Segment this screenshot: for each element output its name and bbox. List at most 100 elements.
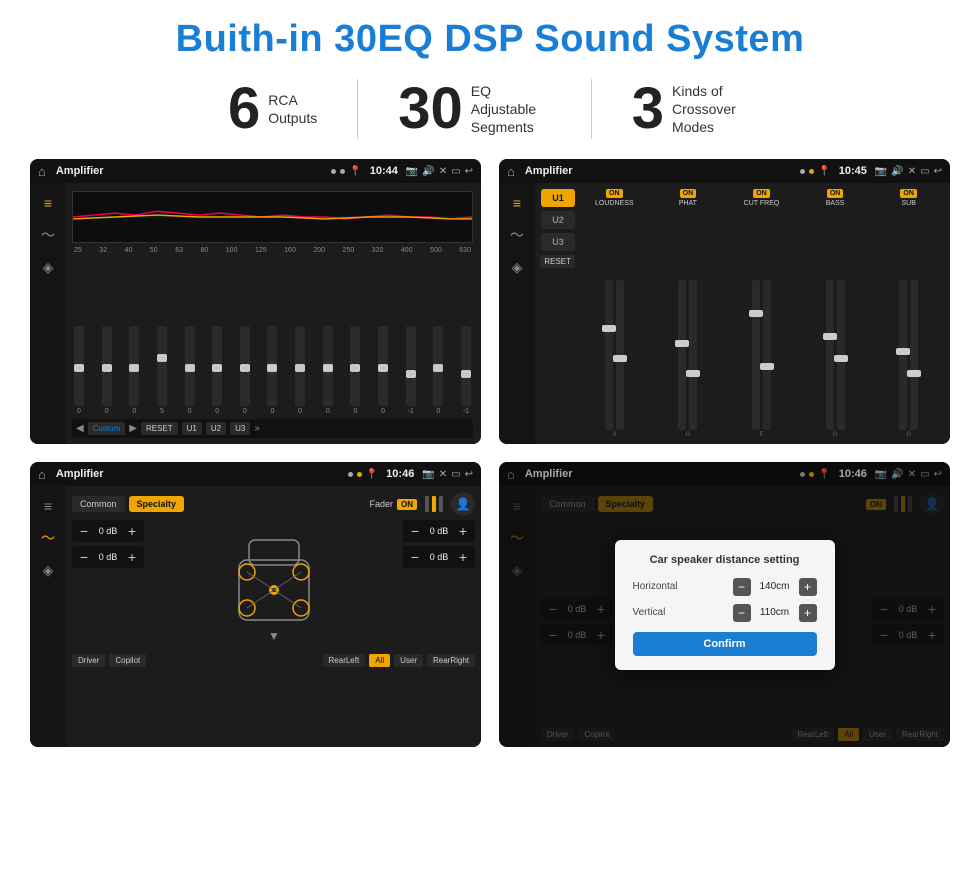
back-icon[interactable]: ↩ <box>465 166 473 177</box>
slider-val-12: 0 <box>381 408 385 415</box>
fader-wave-icon[interactable]: 〜 <box>41 528 55 548</box>
u1-preset-btn[interactable]: U1 <box>541 189 575 207</box>
slider-thumb-6[interactable] <box>212 364 222 372</box>
slider-thumb-3[interactable] <box>129 364 139 372</box>
slider-track-1[interactable] <box>74 326 84 406</box>
vertical-plus-btn[interactable]: + <box>799 604 817 622</box>
vertical-minus-btn[interactable]: − <box>733 604 751 622</box>
slider-thumb-12[interactable] <box>378 364 388 372</box>
loudness-slider-1[interactable] <box>605 280 613 430</box>
copilot-btn[interactable]: Copilot <box>109 654 146 667</box>
cutfreq-slider-1[interactable] <box>752 280 760 430</box>
eq-icon[interactable]: ≡ <box>44 195 52 211</box>
freq-200: 200 <box>313 247 325 254</box>
fader-user-icon-btn[interactable]: 👤 <box>451 492 475 516</box>
dialog-horizontal-row: Horizontal − 140cm + <box>633 578 817 596</box>
horizontal-plus-btn[interactable]: + <box>799 578 817 596</box>
cutfreq-slider-2[interactable] <box>763 280 771 430</box>
slider-track-13[interactable] <box>406 326 416 406</box>
slider-track-5[interactable] <box>185 326 195 406</box>
fader-left-top-minus[interactable]: − <box>77 523 91 539</box>
all-btn[interactable]: All <box>369 654 390 667</box>
specialty-tab[interactable]: Specialty <box>129 496 185 512</box>
dsp-home-icon[interactable]: ⌂ <box>507 164 515 179</box>
slider-track-10[interactable] <box>323 326 333 406</box>
cutfreq-freq: F <box>760 432 764 438</box>
wave-icon[interactable]: 〜 <box>41 225 55 245</box>
phat-slider-1[interactable] <box>678 280 686 430</box>
slider-track-4[interactable] <box>157 326 167 406</box>
horizontal-minus-btn[interactable]: − <box>733 578 751 596</box>
slider-thumb-8[interactable] <box>267 364 277 372</box>
loudness-slider-2[interactable] <box>616 280 624 430</box>
slider-thumb-15[interactable] <box>461 370 471 378</box>
fader-eq-icon[interactable]: ≡ <box>44 498 52 514</box>
u3-preset-btn[interactable]: U3 <box>541 233 575 251</box>
dsp-eq-icon[interactable]: ≡ <box>513 195 521 211</box>
fader-left-top-plus[interactable]: + <box>125 523 139 539</box>
fader-right-bot-minus[interactable]: − <box>408 549 422 565</box>
expand-icon[interactable]: » <box>254 423 260 434</box>
common-tab[interactable]: Common <box>72 496 125 512</box>
slider-thumb-1[interactable] <box>74 364 84 372</box>
slider-thumb-7[interactable] <box>240 364 250 372</box>
slider-col-6: 0 <box>212 326 222 415</box>
slider-val-8: 0 <box>271 408 275 415</box>
sub-slider-2[interactable] <box>910 280 918 430</box>
phat-slider-2[interactable] <box>689 280 697 430</box>
next-icon[interactable]: ▶ <box>129 423 137 434</box>
fader-right-bot-plus[interactable]: + <box>456 549 470 565</box>
u2-btn[interactable]: U2 <box>206 422 226 435</box>
rearright-btn[interactable]: RearRight <box>427 654 475 667</box>
user-btn[interactable]: User <box>394 654 423 667</box>
slider-track-12[interactable] <box>378 326 388 406</box>
prev-icon[interactable]: ◀ <box>76 423 84 434</box>
fader-back-icon[interactable]: ↩ <box>465 469 473 480</box>
home-icon[interactable]: ⌂ <box>38 164 46 179</box>
driver-btn[interactable]: Driver <box>72 654 105 667</box>
bass-slider-2[interactable] <box>837 280 845 430</box>
slider-track-3[interactable] <box>129 326 139 406</box>
vertical-label: Vertical <box>633 607 666 618</box>
dsp-window-icon: ▭ <box>920 166 929 177</box>
fader-right-top-plus[interactable]: + <box>456 523 470 539</box>
speaker-icon[interactable]: ◈ <box>43 259 54 276</box>
fader-left-bot-minus[interactable]: − <box>77 549 91 565</box>
slider-thumb-13[interactable] <box>406 370 416 378</box>
slider-val-7: 0 <box>243 408 247 415</box>
slider-track-7[interactable] <box>240 326 250 406</box>
slider-thumb-9[interactable] <box>295 364 305 372</box>
slider-thumb-14[interactable] <box>433 364 443 372</box>
slider-track-14[interactable] <box>433 326 443 406</box>
slider-track-11[interactable] <box>350 326 360 406</box>
slider-track-8[interactable] <box>267 326 277 406</box>
u2-preset-btn[interactable]: U2 <box>541 211 575 229</box>
slider-track-2[interactable] <box>102 326 112 406</box>
slider-thumb-10[interactable] <box>323 364 333 372</box>
fader-left-bot-plus[interactable]: + <box>125 549 139 565</box>
u1-btn[interactable]: U1 <box>182 422 202 435</box>
confirm-button[interactable]: Confirm <box>633 632 817 656</box>
dsp-back-icon[interactable]: ↩ <box>934 166 942 177</box>
sub-slider-1[interactable] <box>899 280 907 430</box>
dsp-reset-btn[interactable]: RESET <box>540 255 575 268</box>
slider-track-6[interactable] <box>212 326 222 406</box>
fader-home-icon[interactable]: ⌂ <box>38 467 46 482</box>
dsp-wave-icon[interactable]: 〜 <box>510 225 524 245</box>
slider-track-15[interactable] <box>461 326 471 406</box>
slider-thumb-2[interactable] <box>102 364 112 372</box>
fader-speaker-icon[interactable]: ◈ <box>43 562 54 579</box>
slider-thumb-5[interactable] <box>185 364 195 372</box>
reset-btn[interactable]: RESET <box>141 422 178 435</box>
slider-track-9[interactable] <box>295 326 305 406</box>
fader-right-top-minus[interactable]: − <box>408 523 422 539</box>
slider-thumb-4[interactable] <box>157 354 167 362</box>
dsp-speaker-icon[interactable]: ◈ <box>512 259 523 276</box>
bass-slider-1[interactable] <box>826 280 834 430</box>
u3-btn[interactable]: U3 <box>230 422 250 435</box>
rearleft-btn[interactable]: RearLeft <box>323 654 366 667</box>
slider-thumb-11[interactable] <box>350 364 360 372</box>
custom-btn[interactable]: Custom <box>88 422 126 435</box>
dsp-volume-icon: 🔊 <box>891 166 903 177</box>
slider-col-15: -1 <box>461 326 471 415</box>
